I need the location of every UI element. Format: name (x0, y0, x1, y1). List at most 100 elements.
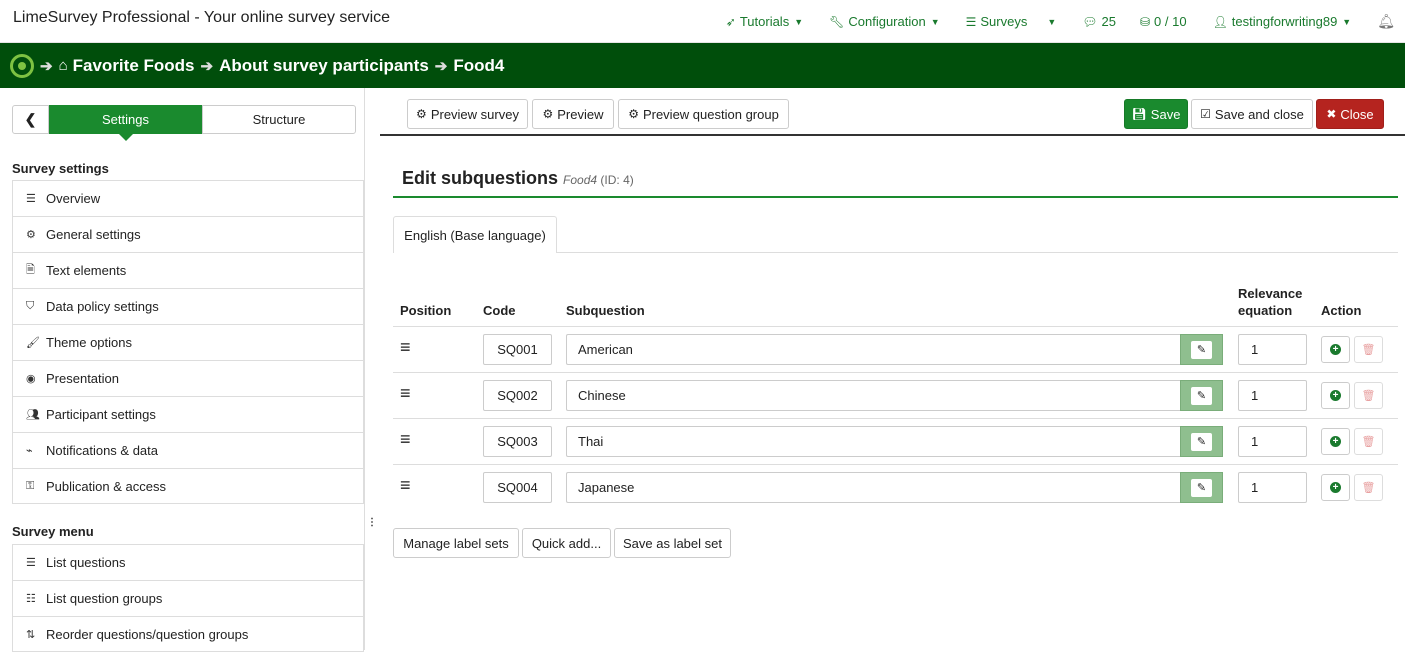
relevance-input[interactable]: 1 (1238, 334, 1307, 365)
relevance-input[interactable]: 1 (1238, 472, 1307, 503)
sidebar-item-list-questions[interactable]: ☰ List questions (12, 544, 364, 580)
tab-english-base-language[interactable]: English (Base language) (393, 216, 557, 253)
code-input[interactable]: SQ003 (483, 426, 552, 457)
sidebar-item-overview[interactable]: ☰ Overview (12, 180, 364, 216)
save-button[interactable]: 💾︎ Save (1124, 99, 1188, 129)
sidebar-item-label: Publication & access (46, 478, 166, 494)
caret-down-icon[interactable]: ▼ (1047, 17, 1056, 27)
delete-subquestion-button[interactable]: 🗑︎ (1354, 382, 1383, 409)
preview-survey-button[interactable]: ⚙ Preview survey (407, 99, 528, 129)
add-subquestion-button[interactable]: + (1321, 474, 1350, 501)
surveys-menu[interactable]: ☰ Surveys ▼ (966, 14, 1057, 29)
app-title[interactable]: LimeSurvey Professional - Your online su… (13, 9, 390, 27)
sidebar-item-label: List questions (46, 555, 126, 570)
database-icon: ⛁ (1139, 14, 1151, 29)
delete-subquestion-button[interactable]: 🗑︎ (1354, 336, 1383, 363)
eye-slash-icon: ◉ (26, 373, 36, 385)
subquestion-input[interactable]: American (566, 334, 1181, 365)
notifications-link[interactable]: 💬︎ 25 (1082, 14, 1116, 29)
limesurvey-logo-icon[interactable] (10, 53, 34, 78)
top-navbar: LimeSurvey Professional - Your online su… (0, 0, 1405, 43)
sidebar-item-participant-settings[interactable]: 👥︎ Participant settings (12, 396, 364, 432)
save-as-label-set-button[interactable]: Save as label set (614, 528, 731, 558)
storage-link[interactable]: ⛁ 0 / 10 (1140, 14, 1187, 29)
sidebar-tabs: ❮ Settings Structure (12, 105, 356, 141)
sidebar-item-text-elements[interactable]: 🗎 Text elements (12, 252, 364, 288)
user-menu[interactable]: 👤︎ testingforwriting89 ▼ (1213, 14, 1352, 29)
tutorials-label: Tutorials (739, 14, 790, 29)
collapse-sidebar-button[interactable]: ❮ (12, 105, 49, 134)
sidebar-item-presentation[interactable]: ◉ Presentation (12, 360, 364, 396)
th-list-icon: ☷ (26, 593, 36, 605)
edit-subquestion-button[interactable]: ✎ (1180, 380, 1223, 411)
reorder-icon: ⇅ (26, 628, 36, 641)
edit-subquestion-button[interactable]: ✎ (1180, 426, 1223, 457)
relevance-line2: equation (1238, 303, 1293, 318)
breadcrumb-group[interactable]: About survey participants (219, 56, 429, 76)
add-subquestion-button[interactable]: + (1321, 336, 1350, 363)
quick-add-button[interactable]: Quick add... (522, 528, 611, 558)
plus-circle-icon: + (1330, 436, 1341, 447)
sidebar-item-label: List question groups (46, 591, 163, 606)
drag-handle-icon[interactable]: ≡ (400, 383, 411, 404)
bell-icon[interactable]: 🔔︎ (1377, 13, 1395, 30)
home-icon: ⌂ (58, 57, 68, 74)
tab-settings[interactable]: Settings (49, 105, 202, 141)
relevance-input[interactable]: 1 (1238, 426, 1307, 457)
top-nav: ➶ Tutorials ▼ 🔧︎ Configuration ▼ ☰ Surve… (726, 0, 1405, 43)
close-button[interactable]: ✖ Close (1316, 99, 1384, 129)
relevance-line1: Relevance (1238, 286, 1303, 301)
relevance-input[interactable]: 1 (1238, 380, 1307, 411)
subquestion-input[interactable]: Thai (566, 426, 1181, 457)
sidebar-item-label: Text elements (46, 263, 127, 278)
manage-label-sets-button[interactable]: Manage label sets (393, 528, 519, 558)
wrench-icon: 🔧︎ (829, 14, 845, 29)
preview-button[interactable]: ⚙ Preview (532, 99, 614, 129)
arrow-right-icon: ➔ (200, 57, 214, 75)
save-and-close-button[interactable]: ☑ Save and close (1191, 99, 1313, 129)
delete-subquestion-button[interactable]: 🗑︎ (1354, 428, 1383, 455)
sidebar: ❮ Settings Structure Survey settings ☰ Ov… (0, 88, 365, 652)
sidebar-item-general-settings[interactable]: ⚙ General settings (12, 216, 364, 252)
drag-handle-icon[interactable]: ≡ (400, 337, 411, 358)
sidebar-item-theme-options[interactable]: 🖌︎ Theme options (12, 324, 364, 360)
drag-handle-icon[interactable]: ≡ (400, 429, 411, 450)
code-input[interactable]: SQ004 (483, 472, 552, 503)
sidebar-item-publication[interactable]: ⚿ Publication & access (12, 468, 364, 504)
sidebar-item-notifications[interactable]: ⌁ Notifications & data (12, 432, 364, 468)
caret-down-icon: ▼ (930, 16, 940, 27)
subquestion-input[interactable]: Chinese (566, 380, 1181, 411)
sidebar-item-label: Data policy settings (46, 299, 159, 314)
list-icon: ☰ (26, 193, 36, 205)
plus-circle-icon: + (1330, 344, 1341, 355)
configuration-menu[interactable]: 🔧︎ Configuration ▼ (829, 14, 939, 29)
drag-handle-icon[interactable]: ≡ (400, 475, 411, 496)
preview-group-label: Preview question group (642, 106, 779, 122)
sidebar-item-data-policy[interactable]: ⛉ Data policy settings (12, 288, 364, 324)
column-header-code: Code (483, 303, 516, 318)
trash-icon: 🗑︎ (1361, 344, 1376, 356)
code-input[interactable]: SQ002 (483, 380, 552, 411)
breadcrumb-survey[interactable]: Favorite Foods (73, 56, 195, 76)
edit-subquestion-button[interactable]: ✎ (1180, 334, 1223, 365)
column-header-action: Action (1321, 303, 1362, 318)
preview-question-group-button[interactable]: ⚙ Preview question group (618, 99, 789, 129)
survey-menu: ☰ List questions ☷ List question groups ⇅ R… (12, 544, 364, 652)
sidebar-item-label: General settings (46, 227, 141, 242)
survey-settings-title: Survey settings (12, 161, 109, 176)
sidebar-resize-handle[interactable]: ⋮ (367, 517, 377, 528)
sidebar-item-list-question-groups[interactable]: ☷ List question groups (12, 580, 364, 616)
sidebar-item-reorder[interactable]: ⇅ Reorder questions/question groups (12, 616, 364, 652)
edit-subquestion-button[interactable]: ✎ (1180, 472, 1223, 503)
tutorials-menu[interactable]: ➶ Tutorials ▼ (726, 14, 803, 29)
add-subquestion-button[interactable]: + (1321, 382, 1350, 409)
tab-structure[interactable]: Structure (202, 105, 356, 134)
sidebar-item-label: Theme options (46, 335, 132, 350)
subquestion-input[interactable]: Japanese (566, 472, 1181, 503)
add-subquestion-button[interactable]: + (1321, 428, 1350, 455)
list-icon: ☰ (26, 557, 36, 569)
code-input[interactable]: SQ001 (483, 334, 552, 365)
delete-subquestion-button[interactable]: 🗑︎ (1354, 474, 1383, 501)
gear-icon: ⚙ (628, 107, 639, 121)
breadcrumb-question[interactable]: Food4 (453, 56, 504, 76)
